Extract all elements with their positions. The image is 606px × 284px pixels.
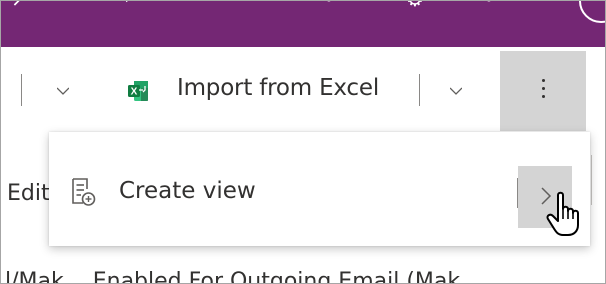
chevron-down-icon[interactable] [57, 85, 69, 97]
top-navigation-bar: ↗ ‣ ‐ • ⚙ • [1, 1, 605, 47]
excel-icon: X [128, 81, 148, 101]
hand-pointer-cursor-icon [546, 191, 579, 236]
more-commands-button[interactable] [500, 51, 586, 131]
create-view-label: Create view [119, 178, 256, 204]
command-separator [419, 74, 420, 106]
create-view-icon [72, 178, 96, 206]
topbar-partial-glyph: ‣ [123, 1, 135, 9]
command-bar: X Import from Excel [1, 47, 605, 131]
column-headers-partial: l/Mak… Enabled For Outgoing Email (Mak [5, 269, 461, 284]
topbar-partial-glyph: • [323, 1, 335, 9]
svg-text:X: X [131, 87, 138, 98]
app-frame: ↗ ‣ ‐ • ⚙ • X Import from Excel [0, 0, 606, 284]
edit-column-partial-label: Edit [7, 181, 50, 206]
grid-divider [591, 155, 592, 205]
topbar-partial-glyph: • [483, 1, 495, 9]
topbar-partial-glyph: ‐ [209, 1, 216, 9]
chevron-down-icon[interactable] [450, 85, 462, 97]
topbar-partial-glyph: ⚙ [406, 1, 424, 9]
command-separator [21, 74, 22, 106]
import-from-excel-button[interactable]: Import from Excel [177, 75, 379, 101]
create-view-menu-item[interactable]: Create view [49, 166, 590, 228]
topbar-partial-glyph: ↗ [11, 1, 28, 9]
overflow-menu: Create view [49, 132, 590, 246]
avatar[interactable] [579, 1, 605, 23]
